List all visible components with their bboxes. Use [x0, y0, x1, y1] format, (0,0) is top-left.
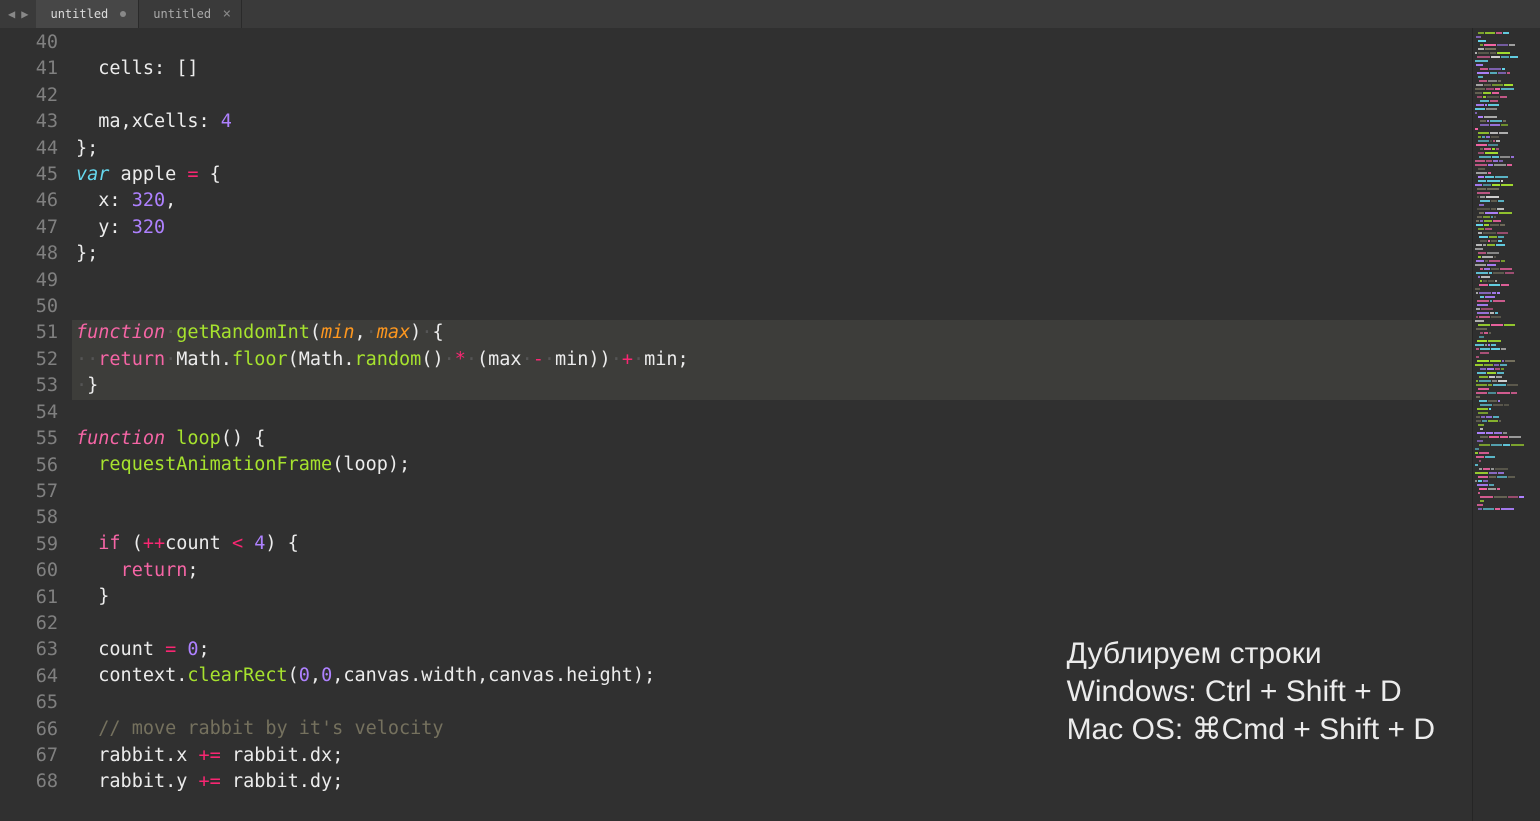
- line-number: 48: [0, 241, 58, 267]
- code-line[interactable]: ··return·Math.floor(Math.random()·*·(max…: [76, 347, 1472, 373]
- line-number: 65: [0, 690, 58, 716]
- tab-label: untitled: [50, 7, 108, 21]
- code-line[interactable]: [76, 294, 1472, 320]
- code-line[interactable]: [76, 611, 1472, 637]
- nav-arrows: ◀ ▶: [0, 7, 36, 21]
- line-number: 60: [0, 558, 58, 584]
- overlay-line-windows: Windows: Ctrl + Shift + D: [1067, 673, 1435, 711]
- line-number: 58: [0, 505, 58, 531]
- close-icon[interactable]: ×: [223, 6, 231, 22]
- code-line[interactable]: [76, 479, 1472, 505]
- line-number: 42: [0, 83, 58, 109]
- line-number: 64: [0, 664, 58, 690]
- code-line[interactable]: y: 320: [76, 215, 1472, 241]
- code-line[interactable]: [76, 399, 1472, 425]
- line-number: 59: [0, 532, 58, 558]
- line-number: 68: [0, 769, 58, 795]
- line-number: 50: [0, 294, 58, 320]
- overlay-line-macos: Mac OS: ⌘Cmd + Shift + D: [1067, 711, 1435, 749]
- code-line[interactable]: }: [76, 584, 1472, 610]
- overlay-title: Дублируем строки: [1067, 635, 1435, 673]
- code-line[interactable]: rabbit.y += rabbit.dy;: [76, 769, 1472, 795]
- nav-forward-icon[interactable]: ▶: [19, 7, 30, 21]
- line-number: 43: [0, 109, 58, 135]
- code-line[interactable]: function loop() {: [76, 426, 1472, 452]
- code-line[interactable]: requestAnimationFrame(loop);: [76, 452, 1472, 478]
- code-line[interactable]: [76, 83, 1472, 109]
- line-number: 67: [0, 743, 58, 769]
- code-line[interactable]: return;: [76, 558, 1472, 584]
- code-line[interactable]: ·}: [76, 373, 1472, 399]
- line-number: 51: [0, 320, 58, 346]
- line-number: 57: [0, 479, 58, 505]
- line-number: 53: [0, 373, 58, 399]
- line-number: 55: [0, 426, 58, 452]
- tab-untitled-1[interactable]: untitled: [36, 0, 139, 28]
- code-line[interactable]: var apple = {: [76, 162, 1472, 188]
- line-number: 52: [0, 347, 58, 373]
- code-line[interactable]: x: 320,: [76, 188, 1472, 214]
- line-number: 44: [0, 136, 58, 162]
- code-line[interactable]: [76, 30, 1472, 56]
- line-number: 61: [0, 585, 58, 611]
- shortcut-overlay: Дублируем строки Windows: Ctrl + Shift +…: [1067, 635, 1435, 749]
- line-number-gutter: 4041424344454647484950515253545556575859…: [0, 28, 72, 821]
- code-line[interactable]: };: [76, 136, 1472, 162]
- line-number: 41: [0, 56, 58, 82]
- code-line[interactable]: function·getRandomInt(min,·max)·{: [76, 320, 1472, 346]
- code-line[interactable]: if (++count < 4) {: [76, 531, 1472, 557]
- tab-bar: untitled untitled ×: [36, 0, 242, 28]
- code-line[interactable]: };: [76, 241, 1472, 267]
- line-number: 62: [0, 611, 58, 637]
- tab-label: untitled: [153, 7, 211, 21]
- line-number: 46: [0, 188, 58, 214]
- code-line[interactable]: [76, 505, 1472, 531]
- line-number: 63: [0, 637, 58, 663]
- titlebar: ◀ ▶ untitled untitled ×: [0, 0, 1540, 28]
- line-number: 40: [0, 30, 58, 56]
- line-number: 49: [0, 268, 58, 294]
- line-number: 56: [0, 453, 58, 479]
- tab-untitled-2[interactable]: untitled ×: [139, 0, 242, 28]
- modified-indicator-icon: [120, 11, 126, 17]
- line-number: 54: [0, 400, 58, 426]
- code-line[interactable]: cells: []: [76, 56, 1472, 82]
- line-number: 47: [0, 215, 58, 241]
- line-number: 66: [0, 717, 58, 743]
- line-number: 45: [0, 162, 58, 188]
- code-line[interactable]: [76, 268, 1472, 294]
- code-line[interactable]: ma,xCells: 4: [76, 109, 1472, 135]
- minimap[interactable]: [1472, 28, 1540, 821]
- nav-back-icon[interactable]: ◀: [6, 7, 17, 21]
